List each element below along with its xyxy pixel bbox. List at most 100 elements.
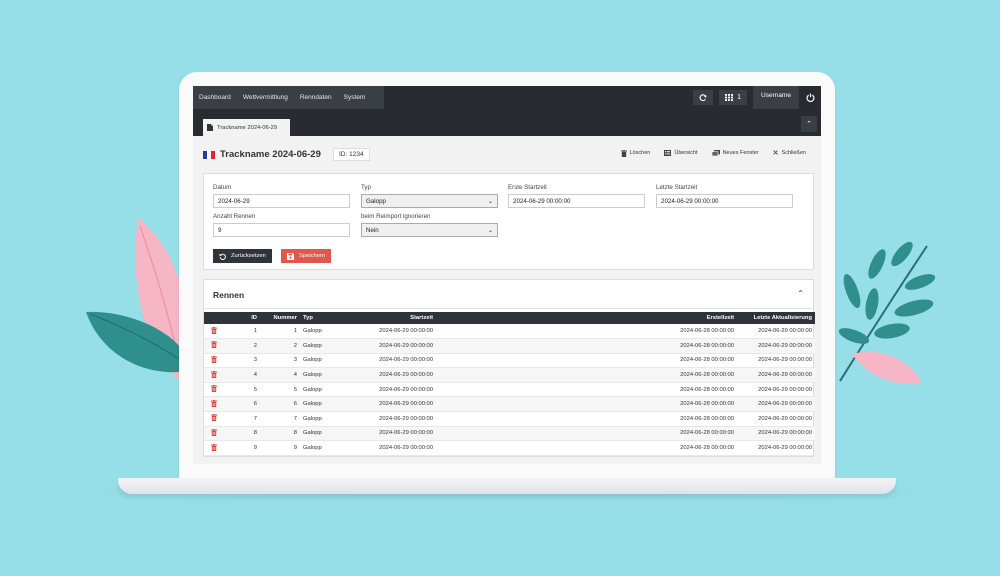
table-row[interactable]: 8 8 Galopp 2024-06-29 00:00:00 2024-06-28 00… (204, 426, 815, 442)
cell-startzeit: 2024-06-29 00:00:00 (340, 367, 436, 383)
cell-id: 4 (224, 367, 260, 383)
cell-id: 9 (224, 440, 260, 456)
letzte-startzeit-input[interactable]: 2024-06-29 00:00:00 (656, 194, 793, 208)
column-header-nummer[interactable]: Nummer (260, 312, 300, 324)
trash-icon (211, 428, 217, 438)
table-row[interactable]: 6 6 Galopp 2024-06-29 00:00:00 2024-06-28 00… (204, 396, 815, 413)
cell-startzeit: 2024-06-29 00:00:00 (340, 440, 436, 456)
nav-item-dashboard[interactable]: Dashboard (193, 86, 237, 109)
column-header-startzeit[interactable]: Startzeit (340, 312, 436, 324)
typ-select[interactable]: Galopp ⌄ (361, 194, 498, 208)
datum-group: Datum 2024-06-29 (213, 184, 350, 208)
reimport-selected-value: Nein (366, 226, 379, 234)
close-button[interactable]: ✕ Schließen (766, 149, 813, 157)
table-row[interactable]: 2 2 Galopp 2024-06-29 00:00:00 2024-06-28 00… (204, 338, 815, 354)
column-header-id[interactable]: ID (224, 312, 260, 324)
delete-row-button[interactable] (204, 353, 224, 369)
cell-erstellzeit: 2024-06-28 00:00:00 (637, 338, 737, 354)
trash-icon (211, 370, 217, 380)
rennen-table: ID Nummer Typ Startzeit Erstellzeit Letz… (204, 312, 815, 456)
delete-row-button[interactable] (204, 426, 224, 442)
nav-item-system[interactable]: System (338, 86, 372, 109)
typ-selected-value: Galopp (366, 197, 386, 205)
table-row[interactable]: 3 3 Galopp 2024-06-29 00:00:00 2024-06-28 00… (204, 353, 815, 369)
cell-spacer (436, 411, 637, 427)
chevron-up-icon[interactable]: ⌃ (797, 289, 804, 298)
rennen-table-body: 1 1 Galopp 2024-06-29 00:00:00 2024-06-28 00… (204, 324, 815, 456)
trash-icon (211, 355, 217, 365)
delete-row-button[interactable] (204, 338, 224, 354)
refresh-button[interactable] (693, 90, 714, 105)
cell-spacer (436, 382, 637, 398)
cell-id: 5 (224, 382, 260, 398)
delete-row-button[interactable] (204, 440, 224, 456)
page-title: Trackname 2024-06-29 (220, 149, 321, 160)
cell-typ: Galopp (300, 324, 340, 340)
cell-spacer (436, 426, 637, 442)
overview-button[interactable]: Übersicht (657, 149, 704, 157)
column-header-spacer (436, 312, 637, 324)
erste-startzeit-label: Erste Startzeit (508, 184, 547, 191)
cell-id: 2 (224, 338, 260, 354)
new-window-label: Neues Fenster (722, 150, 759, 156)
cell-typ: Galopp (300, 353, 340, 369)
delete-row-button[interactable] (204, 411, 224, 427)
windows-button[interactable]: 1 (719, 90, 748, 105)
delete-button[interactable]: Löschen (614, 149, 658, 157)
cell-erstellzeit: 2024-06-28 00:00:00 (637, 382, 737, 398)
cell-spacer (436, 338, 637, 354)
anzahl-rennen-input[interactable]: 9 (213, 223, 350, 237)
table-row[interactable]: 7 7 Galopp 2024-06-29 00:00:00 2024-06-28 00… (204, 411, 815, 427)
delete-row-button[interactable] (204, 382, 224, 398)
cell-erstellzeit: 2024-06-28 00:00:00 (637, 324, 737, 340)
column-header-erstellzeit[interactable]: Erstellzeit (637, 312, 737, 324)
cell-spacer (436, 440, 637, 456)
reimport-select[interactable]: Nein ⌄ (361, 223, 498, 237)
rennen-title: Rennen (213, 290, 245, 300)
cell-nummer: 3 (260, 353, 300, 369)
table-row[interactable]: 9 9 Galopp 2024-06-29 00:00:00 2024-06-28 00… (204, 440, 815, 456)
trash-icon (211, 385, 217, 394)
main-menu: Dashboard Wettvermittlung Renndaten Syst… (193, 86, 384, 109)
rennen-card-header[interactable]: Rennen ⌃ (204, 280, 813, 309)
column-header-letzte-aktualisierung[interactable]: Letzte Aktualisierung (737, 312, 815, 324)
cell-nummer: 4 (260, 367, 300, 383)
delete-row-button[interactable] (204, 396, 224, 413)
cell-erstellzeit: 2024-06-28 00:00:00 (637, 440, 737, 456)
delete-row-button[interactable] (204, 367, 224, 383)
table-row[interactable]: 4 4 Galopp 2024-06-29 00:00:00 2024-06-28 00… (204, 367, 815, 383)
cell-startzeit: 2024-06-29 00:00:00 (340, 396, 436, 413)
trash-icon (211, 414, 217, 423)
chevron-down-icon: ⌄ (487, 227, 493, 234)
tab-trackname[interactable]: Trackname 2024-06-29 (203, 119, 290, 136)
column-header-typ[interactable]: Typ (300, 312, 340, 324)
id-badge: ID: 1234 (333, 148, 370, 161)
close-icon: ✕ (772, 150, 779, 157)
cell-startzeit: 2024-06-29 00:00:00 (340, 353, 436, 369)
delete-row-button[interactable] (204, 324, 224, 340)
nav-item-renndaten[interactable]: Renndaten (294, 86, 338, 109)
power-icon (806, 93, 814, 102)
cell-spacer (436, 353, 637, 369)
laptop-base (118, 478, 896, 494)
collapse-tabs-button[interactable]: ⌃ (801, 116, 817, 132)
datum-label: Datum (213, 184, 232, 191)
top-navbar: Dashboard Wettvermittlung Renndaten Syst… (193, 86, 821, 109)
new-window-button[interactable]: Neues Fenster (705, 149, 766, 157)
undo-icon (219, 253, 226, 260)
save-button[interactable]: Speichern (281, 249, 332, 263)
france-flag-icon (203, 151, 215, 159)
username-menu[interactable]: Username (753, 86, 799, 109)
erste-startzeit-input[interactable]: 2024-06-29 00:00:00 (508, 194, 645, 208)
letzte-startzeit-label: Letzte Startzeit (656, 184, 698, 191)
cell-letzte-aktualisierung: 2024-06-29 00:00:00 (737, 382, 815, 398)
table-row[interactable]: 1 1 Galopp 2024-06-29 00:00:00 2024-06-28 00… (204, 324, 815, 340)
datum-input[interactable]: 2024-06-29 (213, 194, 350, 208)
nav-item-wettvermittlung[interactable]: Wettvermittlung (237, 86, 294, 109)
logout-button[interactable] (799, 86, 821, 109)
reset-button[interactable]: Zurücksetzen (213, 249, 272, 263)
cell-erstellzeit: 2024-06-28 00:00:00 (637, 396, 737, 413)
anzahl-rennen-group: Anzahl Rennen 9 (213, 213, 350, 237)
file-icon (207, 124, 213, 131)
table-row[interactable]: 5 5 Galopp 2024-06-29 00:00:00 2024-06-28 00… (204, 382, 815, 398)
